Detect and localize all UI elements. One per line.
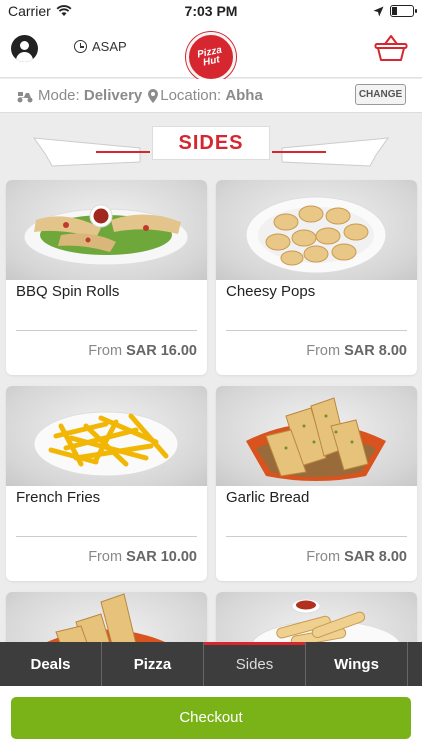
product-price: From SAR 16.00 [88, 343, 197, 359]
tab-pizza[interactable]: Pizza [102, 642, 204, 686]
product-name: BBQ Spin Rolls [16, 283, 120, 300]
wifi-icon [56, 5, 72, 16]
location-label: Location: [160, 87, 222, 104]
location-value: Abha [225, 87, 263, 104]
product-image [6, 180, 207, 280]
tab-wings[interactable]: Wings [306, 642, 408, 686]
status-bar: Carrier 7:03 PM [0, 0, 422, 22]
location-arrow-icon [373, 6, 384, 16]
cart-basket-icon[interactable] [374, 34, 408, 62]
card-divider [16, 330, 197, 331]
product-price: From SAR 10.00 [88, 549, 197, 565]
section-banner: SIDES [0, 118, 422, 174]
card-divider [226, 536, 407, 537]
product-image [216, 180, 417, 280]
scooter-icon [17, 91, 33, 102]
mode-label: Mode: [38, 87, 80, 104]
card-divider [226, 330, 407, 331]
location-pin-icon [148, 88, 159, 103]
brand-logo[interactable]: Pizza Hut [186, 32, 236, 82]
tab-deals[interactable]: Deals [0, 642, 102, 686]
card-divider [16, 536, 197, 537]
app-header: ASAP Pizza Hut [0, 22, 422, 82]
checkout-area: Checkout [0, 686, 422, 750]
section-title: SIDES [152, 126, 270, 160]
change-mode-button[interactable]: CHANGE [355, 84, 406, 105]
product-image [216, 386, 417, 486]
tab-sides[interactable]: Sides [204, 642, 306, 686]
product-image [6, 386, 207, 486]
carrier-label: Carrier [8, 3, 51, 19]
asap-label: ASAP [92, 39, 127, 54]
product-name: Garlic Bread [226, 489, 310, 506]
checkout-button[interactable]: Checkout [11, 697, 411, 739]
logo-text-line2: Hut [202, 54, 222, 69]
mode-value: Delivery [83, 87, 143, 104]
category-tabs: Deals Pizza Sides Wings [0, 642, 422, 686]
delivery-mode-bar: Mode: Delivery Location: Abha CHANGE [0, 79, 422, 113]
tab-overflow[interactable] [408, 642, 422, 686]
product-card[interactable]: BBQ Spin Rolls From SAR 16.00 [6, 180, 207, 375]
order-time-selector[interactable]: ASAP [74, 39, 127, 54]
product-name: French Fries [16, 489, 101, 506]
product-price: From SAR 8.00 [306, 549, 407, 565]
clock-icon [74, 40, 87, 53]
product-card[interactable]: Cheesy Pops From SAR 8.00 [216, 180, 417, 375]
product-price: From SAR 8.00 [306, 343, 407, 359]
product-card[interactable]: Garlic Bread From SAR 8.00 [216, 386, 417, 581]
product-name: Cheesy Pops [226, 283, 316, 300]
product-card[interactable]: French Fries From SAR 10.00 [6, 386, 207, 581]
battery-icon [390, 5, 417, 17]
profile-avatar-icon[interactable] [11, 35, 38, 62]
